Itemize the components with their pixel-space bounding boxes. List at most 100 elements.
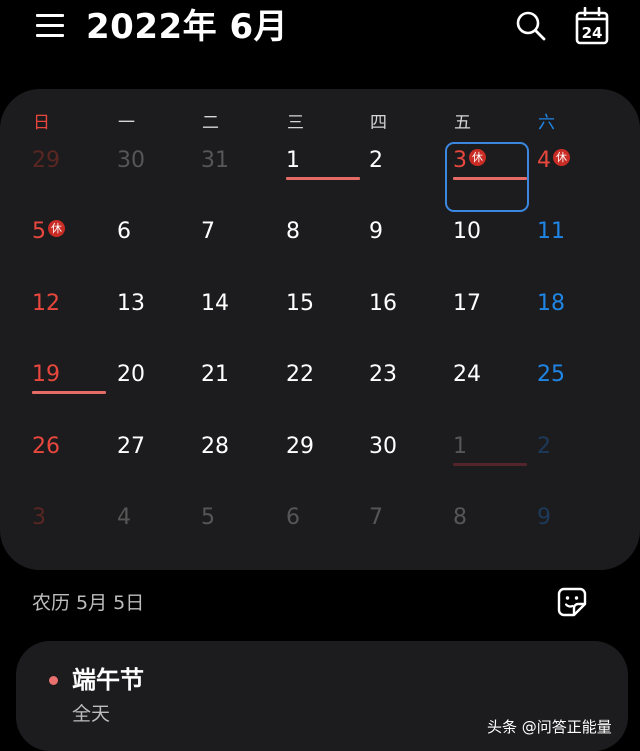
- day-number: 8: [453, 505, 467, 530]
- top-bar: 2022年 6月 24: [0, 0, 640, 60]
- day-number: 24: [453, 362, 481, 387]
- day-number: 25: [537, 362, 565, 387]
- day-cell[interactable]: 30: [87, 141, 171, 207]
- day-cell[interactable]: 15: [256, 284, 340, 350]
- day-cell[interactable]: 4休: [507, 141, 591, 207]
- sticker-icon[interactable]: [556, 586, 588, 618]
- day-cell[interactable]: 19: [2, 355, 106, 421]
- day-cell[interactable]: 8: [423, 498, 507, 564]
- day-cell[interactable]: 11: [507, 212, 591, 278]
- day-number: 6: [117, 219, 131, 244]
- day-cell[interactable]: 14: [171, 284, 255, 350]
- day-cell[interactable]: 12: [2, 284, 86, 350]
- lunar-date: 农历 5月 5日: [32, 592, 145, 614]
- day-cell[interactable]: 31: [171, 141, 255, 207]
- day-cell[interactable]: 7: [339, 498, 423, 564]
- day-cell[interactable]: 23: [339, 355, 423, 421]
- day-number: 3: [32, 505, 46, 530]
- day-number: 4: [537, 148, 551, 173]
- day-number: 30: [117, 148, 145, 173]
- day-cell[interactable]: 16: [339, 284, 423, 350]
- day-cell[interactable]: 26: [2, 427, 86, 493]
- day-cell[interactable]: 7: [171, 212, 255, 278]
- day-number: 1: [286, 148, 300, 173]
- day-number: 23: [369, 362, 397, 387]
- day-cell[interactable]: 2: [339, 141, 423, 207]
- holiday-badge: 休: [48, 220, 65, 237]
- event-color-dot: [49, 676, 58, 685]
- day-number: 29: [32, 148, 60, 173]
- day-number: 22: [286, 362, 314, 387]
- day-cell[interactable]: 27: [87, 427, 171, 493]
- weekday-label: 日: [33, 113, 50, 133]
- day-cell[interactable]: 3: [2, 498, 86, 564]
- day-cell[interactable]: 24: [423, 355, 507, 421]
- day-cell[interactable]: 9: [507, 498, 591, 564]
- day-number: 9: [369, 219, 383, 244]
- day-number: 15: [286, 291, 314, 316]
- day-cell[interactable]: 25: [507, 355, 591, 421]
- day-number: 3: [453, 148, 467, 173]
- day-cell[interactable]: 1: [423, 427, 527, 493]
- day-number: 11: [537, 219, 565, 244]
- watermark: 头条 @问答正能量: [487, 718, 612, 736]
- event-title: 端午节: [72, 666, 144, 694]
- day-cell-selected[interactable]: 3休: [423, 141, 527, 207]
- day-number: 13: [117, 291, 145, 316]
- day-number: 14: [201, 291, 229, 316]
- day-number: 19: [32, 362, 60, 387]
- day-cell[interactable]: 8: [256, 212, 340, 278]
- day-number: 31: [201, 148, 229, 173]
- holiday-badge: 休: [469, 149, 486, 166]
- day-number: 4: [117, 505, 131, 530]
- day-cell[interactable]: 13: [87, 284, 171, 350]
- day-cell[interactable]: 2: [507, 427, 591, 493]
- day-number: 7: [369, 505, 383, 530]
- day-number: 21: [201, 362, 229, 387]
- day-number: 20: [117, 362, 145, 387]
- day-cell[interactable]: 6: [87, 212, 171, 278]
- day-number: 2: [537, 434, 551, 459]
- day-cell[interactable]: 30: [339, 427, 423, 493]
- day-cell[interactable]: 20: [87, 355, 171, 421]
- day-number: 2: [369, 148, 383, 173]
- day-cell[interactable]: 17: [423, 284, 507, 350]
- day-cell[interactable]: 28: [171, 427, 255, 493]
- weekday-label: 五: [454, 113, 471, 133]
- calendar-today-icon[interactable]: 24: [575, 6, 609, 45]
- day-number: 5: [32, 219, 46, 244]
- day-number: 30: [369, 434, 397, 459]
- day-number: 5: [201, 505, 215, 530]
- day-cell[interactable]: 29: [256, 427, 340, 493]
- day-cell[interactable]: 22: [256, 355, 340, 421]
- day-number: 8: [286, 219, 300, 244]
- day-number: 17: [453, 291, 481, 316]
- day-number: 28: [201, 434, 229, 459]
- holiday-badge: 休: [553, 149, 570, 166]
- day-cell[interactable]: 5休: [2, 212, 86, 278]
- day-number: 26: [32, 434, 60, 459]
- day-number: 9: [537, 505, 551, 530]
- day-cell[interactable]: 1: [256, 141, 360, 207]
- weekday-label: 二: [202, 113, 219, 133]
- day-cell[interactable]: 5: [171, 498, 255, 564]
- day-cell[interactable]: 9: [339, 212, 423, 278]
- day-number: 29: [286, 434, 314, 459]
- month-title[interactable]: 2022年 6月: [86, 4, 288, 50]
- day-cell[interactable]: 21: [171, 355, 255, 421]
- day-cell[interactable]: 18: [507, 284, 591, 350]
- day-number: 16: [369, 291, 397, 316]
- today-icon-number: 24: [582, 24, 603, 42]
- search-icon[interactable]: [514, 9, 548, 43]
- day-number: 27: [117, 434, 145, 459]
- day-cell[interactable]: 6: [256, 498, 340, 564]
- day-cell[interactable]: 29: [2, 141, 86, 207]
- day-number: 1: [453, 434, 467, 459]
- day-cell[interactable]: 4: [87, 498, 171, 564]
- day-cell[interactable]: 10: [423, 212, 507, 278]
- day-number: 10: [453, 219, 481, 244]
- menu-icon[interactable]: [36, 14, 64, 38]
- day-number: 7: [201, 219, 215, 244]
- day-number: 6: [286, 505, 300, 530]
- day-number: 18: [537, 291, 565, 316]
